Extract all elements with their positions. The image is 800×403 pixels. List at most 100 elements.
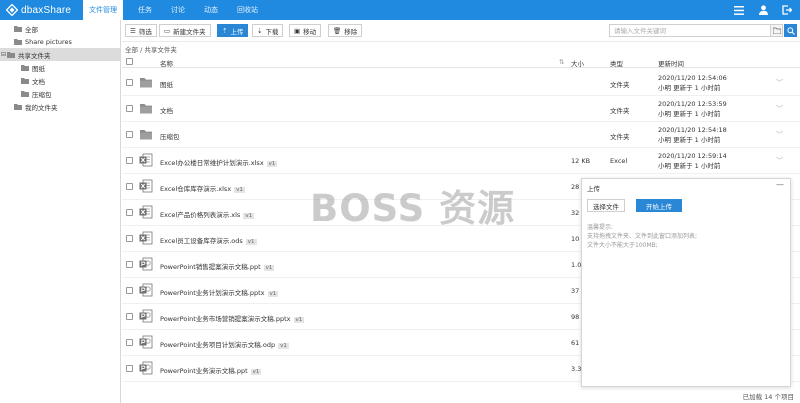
file-name[interactable]: Excel仓库库存演示.xlsx v1 [160, 183, 245, 193]
top-actions [732, 3, 794, 17]
user-icon[interactable] [756, 3, 770, 17]
tree-item-my-folder[interactable]: 我的文件夹 [0, 100, 120, 113]
menu-icon[interactable] [732, 3, 746, 17]
upload-panel-title: 上传 [587, 185, 600, 193]
tab-tasks[interactable]: 任务 [132, 0, 158, 20]
collapse-icon[interactable]: ⊟ [0, 51, 7, 58]
file-updated: 2020/11/20 12:53:59 小明 更新于 1 小时前 [658, 100, 727, 118]
folder-icon [21, 78, 29, 84]
version-badge: v1 [250, 369, 262, 375]
folder-icon [7, 52, 15, 58]
column-updated[interactable]: 更新时间 [658, 58, 684, 68]
file-size: 3.3 [571, 365, 582, 373]
tree-item-drawings[interactable]: 图纸 [0, 61, 120, 74]
row-checkbox[interactable] [126, 131, 133, 138]
file-name[interactable]: PowerPoint销售提案演示文稿.ppt v1 [160, 261, 275, 271]
app-logo[interactable]: dbaxShare [6, 2, 71, 18]
file-updated: 2020/11/20 12:54:06 小明 更新于 1 小时前 [658, 74, 727, 92]
chevron-down-icon[interactable]: ﹀ [776, 156, 783, 166]
row-checkbox[interactable] [126, 235, 133, 242]
select-all-checkbox[interactable] [126, 58, 133, 65]
upload-panel: 上传 — 选择文件 开始上传 温馨提示: 支持拖拽文件夹、文件到此窗口添加列表;… [581, 178, 791, 387]
file-name[interactable]: 文档 [160, 105, 173, 115]
new-folder-icon: ▭ [164, 26, 171, 35]
table-row[interactable]: 图纸 文件夹 2020/11/20 12:54:06 小明 更新于 1 小时前 ﹀ [122, 70, 800, 96]
logo-icon [6, 4, 18, 16]
row-checkbox[interactable] [126, 209, 133, 216]
tree-item-all[interactable]: 全部 [0, 22, 120, 35]
column-size[interactable]: 大小 [571, 58, 584, 68]
row-checkbox[interactable] [126, 79, 133, 86]
filter-button[interactable]: ☰ 筛选 [125, 24, 157, 37]
table-row[interactable]: 文档 文件夹 2020/11/20 12:53:59 小明 更新于 1 小时前 ﹀ [122, 96, 800, 122]
version-badge: v1 [267, 291, 279, 297]
ppt-file-icon [139, 361, 153, 375]
file-name[interactable]: Excel员工设备库存演示.ods v1 [160, 235, 257, 245]
column-type[interactable]: 类型 [610, 58, 623, 68]
row-checkbox[interactable] [126, 261, 133, 268]
tree-item-label: 共享文件夹 [18, 51, 51, 60]
toolbar: ☰ 筛选 ▭ 新建文件夹 ⇡ 上传 ⇣ 下载 ▣ 移动 🗑 移除 [122, 20, 800, 42]
minimize-icon[interactable]: — [776, 180, 784, 189]
tab-activity[interactable]: 动态 [198, 0, 224, 20]
tab-recycle-bin[interactable]: 回收站 [231, 0, 264, 20]
folder-search-icon [772, 27, 781, 34]
chevron-down-icon[interactable]: ﹀ [776, 78, 783, 88]
row-checkbox[interactable] [126, 183, 133, 190]
remove-button[interactable]: 🗑 移除 [328, 24, 363, 37]
file-size: 28 [571, 183, 580, 191]
file-name[interactable]: 压缩包 [160, 131, 180, 141]
folder-icon [21, 65, 29, 71]
choose-file-button[interactable]: 选择文件 [587, 199, 625, 212]
row-checkbox[interactable] [126, 287, 133, 294]
tree-item-shared-folder[interactable]: ⊟ 共享文件夹 [0, 48, 120, 61]
tab-discussion[interactable]: 讨论 [165, 0, 191, 20]
logout-icon[interactable] [780, 3, 794, 17]
tree-item-label: 全部 [25, 25, 38, 34]
tree-item-documents[interactable]: 文档 [0, 74, 120, 87]
chevron-down-icon[interactable]: ﹀ [776, 130, 783, 140]
row-checkbox[interactable] [126, 339, 133, 346]
move-icon: ▣ [294, 26, 301, 35]
excel-file-icon [139, 179, 153, 193]
new-folder-button[interactable]: ▭ 新建文件夹 [159, 24, 211, 37]
search-input[interactable] [609, 24, 771, 37]
file-name[interactable]: Excel办公楼日常维护计划演示.xlsx v1 [160, 157, 278, 167]
upload-button[interactable]: ⇡ 上传 [217, 24, 249, 37]
breadcrumb[interactable]: 全部 / 共享文件夹 [125, 44, 177, 54]
file-name[interactable]: Excel产品价格列表演示.xls v1 [160, 209, 255, 219]
file-name[interactable]: 图纸 [160, 79, 173, 89]
row-checkbox[interactable] [126, 157, 133, 164]
top-bar: dbaxShare 文件管理 任务 讨论 动态 回收站 [0, 0, 800, 20]
version-badge: v1 [234, 187, 245, 193]
version-badge: v1 [263, 265, 275, 271]
row-checkbox[interactable] [126, 365, 133, 372]
file-name[interactable]: PowerPoint业务项目计划演示文稿.odp v1 [160, 339, 289, 349]
file-type: 文件夹 [610, 133, 630, 141]
file-size: 32 [571, 209, 580, 217]
move-button[interactable]: ▣ 移动 [289, 24, 322, 37]
file-size: 12 KB [571, 157, 591, 165]
table-row[interactable]: 压缩包 文件夹 2020/11/20 12:54:18 小明 更新于 1 小时前 ﹀ [122, 122, 800, 148]
file-name[interactable]: PowerPoint业务市场营销提案演示文稿.pptx v1 [160, 313, 305, 323]
chevron-down-icon[interactable]: ﹀ [776, 104, 783, 114]
upload-hint-line: 支持拖拽文件夹、文件到此窗口添加列表; [587, 233, 698, 240]
download-button[interactable]: ⇣ 下载 [252, 24, 284, 37]
start-upload-button[interactable]: 开始上传 [636, 199, 682, 212]
tree-item-archives[interactable]: 压缩包 [0, 87, 120, 100]
table-row[interactable]: Excel办公楼日常维护计划演示.xlsx v1 12 KB Excel 2020/11… [122, 148, 800, 174]
excel-file-icon [139, 231, 153, 245]
folder-icon [21, 91, 29, 97]
version-badge: v1 [293, 317, 305, 323]
row-checkbox[interactable] [126, 105, 133, 112]
file-name[interactable]: PowerPoint业务计划演示文稿.pptx v1 [160, 287, 279, 297]
folder-search-button[interactable] [770, 24, 783, 37]
column-name[interactable]: 名称 [160, 58, 173, 68]
tree-item-share-pictures[interactable]: Share pictures [0, 35, 120, 48]
tab-file-management[interactable]: 文件管理 [83, 0, 123, 20]
search-button[interactable] [784, 24, 797, 37]
sort-icon[interactable]: ⇅ [559, 58, 564, 66]
file-name[interactable]: PowerPoint业务演示文稿.ppt v1 [160, 365, 262, 375]
upload-icon: ⇡ [222, 26, 228, 35]
row-checkbox[interactable] [126, 313, 133, 320]
